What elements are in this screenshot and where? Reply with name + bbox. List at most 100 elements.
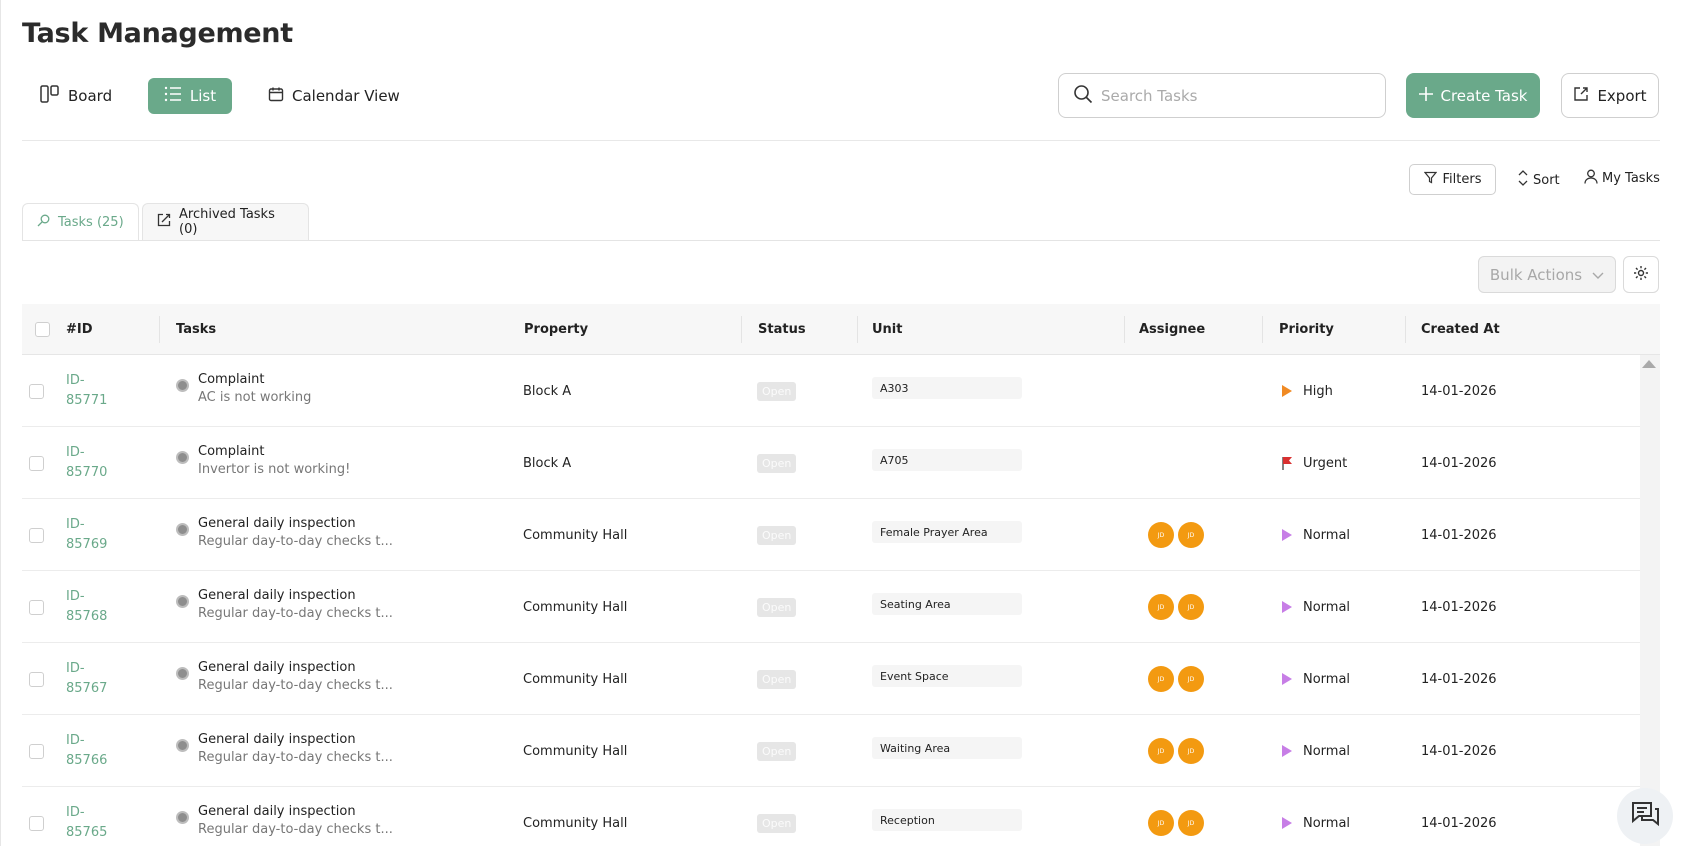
calendar-icon [268, 86, 284, 106]
row-checkbox[interactable] [29, 527, 44, 543]
row-checkbox[interactable] [29, 599, 44, 615]
task-id-link[interactable]: ID- 85769 [66, 515, 114, 555]
row-checkbox[interactable] [29, 455, 44, 471]
view-calendar-button[interactable]: Calendar View [254, 78, 414, 114]
unit-cell: A705 [872, 427, 1022, 499]
task-name[interactable]: General daily inspection [198, 732, 393, 747]
sort-button[interactable]: Sort [1518, 168, 1560, 192]
vertical-scrollbar[interactable] [1640, 355, 1660, 846]
assignee-avatar[interactable]: JD [1178, 666, 1204, 692]
create-task-button[interactable]: Create Task [1406, 73, 1540, 118]
status-cell: Open [757, 787, 797, 846]
unit-value: A303 [872, 377, 1022, 399]
assignee-avatar[interactable]: JD [1178, 522, 1204, 548]
assignee-avatar[interactable]: JD [1148, 522, 1174, 548]
task-name[interactable]: General daily inspection [198, 660, 393, 675]
assignee-avatar[interactable]: JD [1178, 738, 1204, 764]
search-box[interactable] [1058, 73, 1386, 118]
search-input[interactable] [1101, 86, 1371, 105]
table-row[interactable]: ID- 85768 General daily inspection Regula… [22, 571, 1640, 643]
priority-cell: Normal [1281, 715, 1350, 787]
table-row[interactable]: ID- 85765 General daily inspection Regula… [22, 787, 1640, 846]
task-id-link[interactable]: ID- 85765 [66, 803, 114, 843]
filters-button[interactable]: Filters [1409, 164, 1496, 195]
property-value: Community Hall [523, 599, 628, 615]
unit-value: A705 [872, 449, 1022, 471]
assignee-avatar[interactable]: JD [1148, 666, 1174, 692]
priority-flag-icon [1281, 672, 1295, 686]
task-id-link[interactable]: ID- 85766 [66, 731, 114, 771]
task-id-number: 85768 [66, 609, 108, 624]
unit-value: Waiting Area [872, 737, 1022, 759]
table-row[interactable]: ID- 85769 General daily inspection Regula… [22, 499, 1640, 571]
column-header-id[interactable]: #ID [66, 304, 93, 355]
my-tasks-button[interactable]: My Tasks [1584, 166, 1660, 190]
task-name[interactable]: General daily inspection [198, 804, 393, 819]
scroll-up-arrow-icon[interactable] [1642, 360, 1656, 368]
property-cell: Community Hall [523, 643, 627, 715]
unit-cell: Reception [872, 787, 1022, 846]
column-separator [857, 316, 858, 343]
table-settings-button[interactable] [1623, 256, 1659, 293]
assignee-avatar[interactable]: JD [1148, 738, 1174, 764]
task-id-link[interactable]: ID- 85770 [66, 443, 114, 483]
column-header-assignee[interactable]: Assignee [1139, 304, 1205, 355]
priority-cell: Normal [1281, 787, 1350, 846]
task-name[interactable]: Complaint [198, 372, 311, 387]
assignee-avatar[interactable]: JD [1178, 594, 1204, 620]
table-row[interactable]: ID- 85766 General daily inspection Regula… [22, 715, 1640, 787]
chat-support-button[interactable] [1617, 788, 1673, 844]
task-id-link[interactable]: ID- 85767 [66, 659, 114, 699]
assignee-avatar[interactable]: JD [1148, 594, 1174, 620]
task-name[interactable]: Complaint [198, 444, 350, 459]
filters-label: Filters [1442, 172, 1482, 187]
row-checkbox[interactable] [29, 383, 44, 399]
task-id-cell: ID- 85769 [66, 499, 114, 571]
tab-archived-tasks[interactable]: Archived Tasks (0) [142, 203, 309, 240]
table-row[interactable]: ID- 85767 General daily inspection Regula… [22, 643, 1640, 715]
assignee-avatar[interactable]: JD [1178, 810, 1204, 836]
property-cell: Block A [523, 355, 571, 427]
property-value: Community Hall [523, 743, 628, 759]
row-checkbox-cell [29, 643, 44, 715]
table-row[interactable]: ID- 85771 Complaint AC is not working Blo… [22, 355, 1640, 427]
column-header-property[interactable]: Property [524, 304, 588, 355]
row-checkbox[interactable] [29, 671, 44, 687]
assignee-cell: JD JD [1148, 499, 1208, 571]
priority-value: Normal [1303, 671, 1351, 687]
bulk-actions-dropdown[interactable]: Bulk Actions [1478, 256, 1616, 293]
task-status-dot-icon [176, 451, 189, 464]
export-label: Export [1597, 86, 1647, 105]
column-header-created-at[interactable]: Created At [1421, 304, 1500, 355]
task-id-cell: ID- 85765 [66, 787, 114, 846]
task-name[interactable]: General daily inspection [198, 588, 393, 603]
priority-flag-icon [1281, 384, 1295, 398]
view-list-button[interactable]: List [148, 78, 232, 114]
tab-tasks[interactable]: Tasks (25) [22, 203, 139, 240]
table-row[interactable]: ID- 85770 Complaint Invertor is not worki… [22, 427, 1640, 499]
sort-label: Sort [1533, 172, 1560, 188]
task-name[interactable]: General daily inspection [198, 516, 393, 531]
column-header-tasks[interactable]: Tasks [176, 304, 216, 355]
column-header-priority[interactable]: Priority [1279, 304, 1334, 355]
task-id-cell: ID- 85768 [66, 571, 114, 643]
select-all-checkbox[interactable] [35, 322, 50, 337]
tabs-divider [22, 240, 1660, 241]
view-board-button[interactable]: Board [26, 78, 126, 114]
row-checkbox[interactable] [29, 815, 44, 831]
task-id-link[interactable]: ID- 85768 [66, 587, 114, 627]
row-checkbox[interactable] [29, 743, 44, 759]
export-icon [1573, 86, 1589, 106]
column-header-unit[interactable]: Unit [872, 304, 902, 355]
column-header-status[interactable]: Status [758, 304, 806, 355]
task-id-prefix: ID- [66, 805, 85, 820]
board-icon [40, 84, 60, 108]
status-badge: Open [757, 381, 797, 401]
property-cell: Community Hall [523, 787, 627, 846]
export-button[interactable]: Export [1561, 73, 1659, 118]
task-id-link[interactable]: ID- 85771 [66, 371, 114, 411]
assignee-cell: JD JD [1148, 571, 1208, 643]
assignee-avatar[interactable]: JD [1148, 810, 1174, 836]
task-management-page: Task Management Board List Calendar View… [0, 0, 1683, 846]
priority-value: High [1303, 383, 1333, 399]
